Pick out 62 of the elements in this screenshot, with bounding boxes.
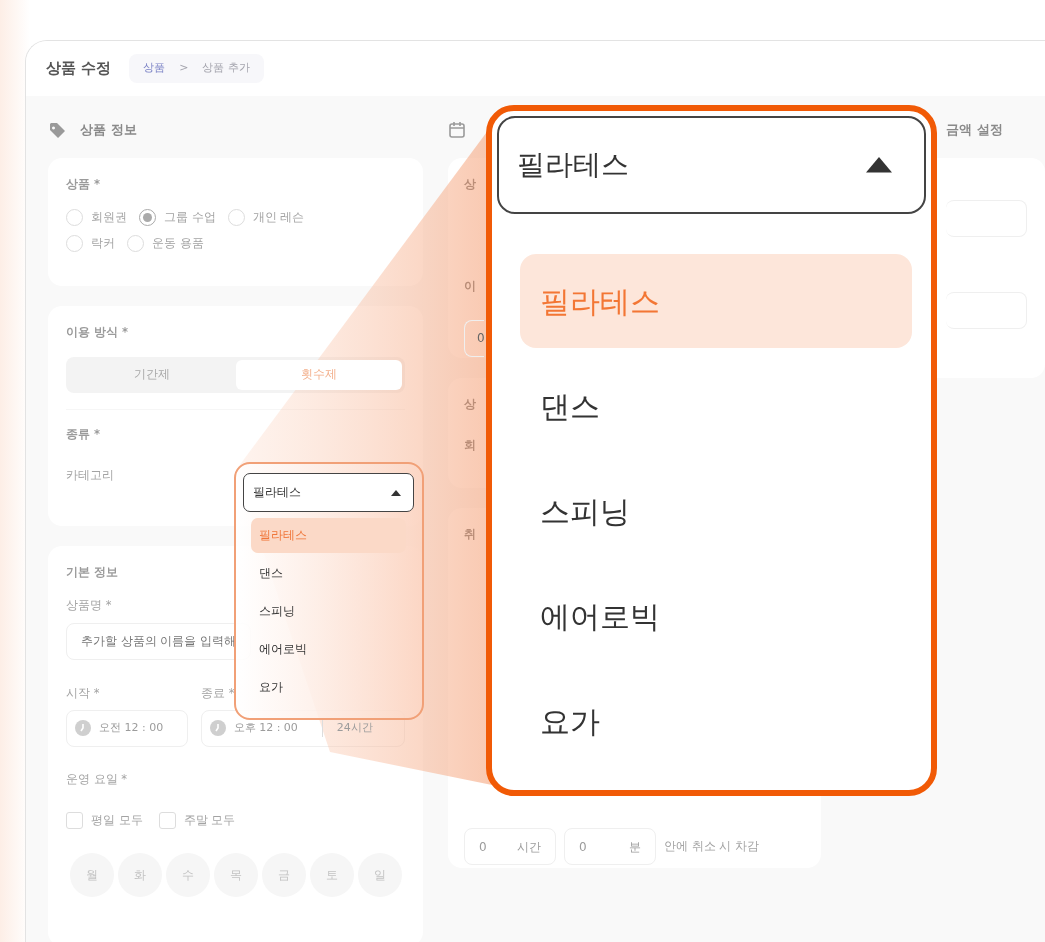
breadcrumb-separator: > — [179, 60, 189, 77]
dropdown-option[interactable]: 스피닝 — [520, 464, 912, 558]
field-label: 카테고리 — [66, 466, 114, 484]
field-value: 0 — [477, 330, 485, 347]
time-field[interactable]: 오전 12 : 00 — [66, 709, 188, 747]
unit-label: 분 — [629, 838, 641, 856]
dropdown-option[interactable]: 에어로빅 — [251, 632, 406, 667]
dropdown-option[interactable]: 에어로빅 — [520, 569, 912, 663]
field-label: 시작 * — [66, 685, 100, 700]
field-label: 상품명 * — [66, 597, 112, 615]
checkbox-label: 주말 모두 — [183, 812, 236, 829]
field-label: 상품 * — [66, 176, 101, 193]
tag-icon — [48, 120, 66, 139]
breadcrumb-current: 상품 추가 — [202, 60, 250, 77]
dropdown-option[interactable]: 요가 — [520, 674, 912, 768]
field-value: 0 — [479, 838, 487, 856]
field-label: 운영 요일 * — [66, 770, 128, 788]
radio-label: 운동 용품 — [152, 234, 204, 252]
input-field[interactable]: 0 분 — [564, 828, 656, 866]
radio-label: 락커 — [91, 234, 115, 252]
section-title: 금액 설정 — [946, 120, 1003, 139]
radio-label: 그룹 수업 — [164, 209, 216, 227]
field-label: 이용 방식 * — [66, 324, 129, 341]
field-value: 0 — [579, 838, 587, 856]
segment-tab[interactable]: 횟수제 — [235, 360, 402, 390]
dropdown-option[interactable]: 필라테스 — [251, 518, 406, 553]
clock-icon — [209, 720, 226, 737]
dropdown-option[interactable]: 요가 — [251, 670, 406, 705]
dropdown-option[interactable]: 스피닝 — [251, 594, 406, 629]
select-value: 필라테스 — [517, 147, 629, 183]
input-field[interactable]: 0 시간 — [464, 828, 556, 866]
caret-icon — [391, 489, 401, 496]
checkbox-label: 평일 모두 — [91, 812, 143, 829]
time-value: 오후 12 : 00 — [233, 720, 298, 736]
field-label: 회 — [464, 437, 476, 455]
dropdown-option[interactable]: 댄스 — [251, 556, 406, 591]
checkbox[interactable] — [158, 812, 176, 830]
select-field[interactable]: 필라테스 — [243, 473, 414, 512]
time-value: 오전 12 : 00 — [99, 720, 164, 736]
segment-tab[interactable]: 기간제 — [69, 360, 236, 390]
checkbox[interactable] — [66, 812, 83, 830]
section-title: 상품 정보 — [80, 120, 137, 139]
select-field[interactable]: 필라테스 — [497, 116, 926, 214]
card-title: 기본 정보 — [66, 564, 118, 581]
dropdown-option[interactable]: 댄스 — [520, 359, 912, 453]
helper-text: 안에 취소 시 차감 — [664, 838, 759, 856]
select-value: 필라테스 — [253, 483, 301, 501]
caret-icon — [866, 157, 892, 173]
field-label: 취 — [464, 526, 476, 543]
unit-label: 시간 — [517, 838, 541, 856]
radio-label: 개인 레슨 — [252, 209, 305, 227]
radio-label: 회원권 — [91, 209, 127, 227]
field-label: 종류 * — [66, 425, 101, 443]
field-label: 이 — [464, 278, 476, 296]
field-label: 상 — [464, 176, 476, 193]
page-title: 상품 수정 — [46, 58, 112, 80]
field-label: 상 — [464, 396, 476, 413]
breadcrumb-link[interactable]: 상품 — [143, 60, 166, 77]
calendar-icon — [448, 120, 466, 139]
field-label: 종료 * — [201, 685, 235, 700]
dropdown-option[interactable]: 필라테스 — [520, 254, 912, 348]
clock-icon — [75, 720, 91, 737]
